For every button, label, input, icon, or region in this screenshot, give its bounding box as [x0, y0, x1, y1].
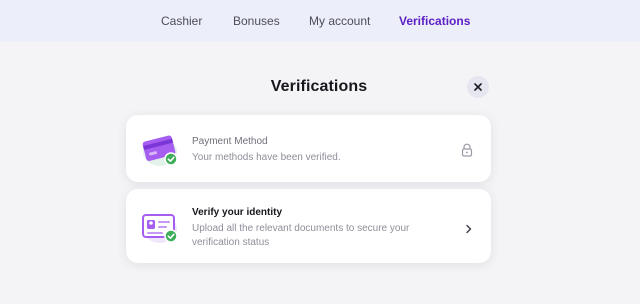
top-nav: Cashier Bonuses My account Verifications: [0, 0, 640, 42]
tab-bonuses[interactable]: Bonuses: [233, 14, 280, 28]
card-subtitle: Upload all the relevant documents to sec…: [192, 223, 410, 248]
close-icon: [474, 83, 482, 91]
id-card-icon: [140, 207, 180, 247]
card-subtitle: Your methods have been verified.: [192, 152, 341, 163]
verify-identity-card[interactable]: Verify your identity Upload all the rele…: [126, 189, 491, 263]
tab-verifications[interactable]: Verifications: [399, 14, 470, 28]
card-title: Verify your identity: [192, 207, 283, 218]
page-title: Verifications: [270, 78, 368, 95]
chevron-right-icon: [465, 221, 473, 239]
tab-my-account[interactable]: My account: [309, 14, 370, 28]
credit-card-icon: [140, 129, 180, 169]
payment-method-card[interactable]: Payment Method Your methods have been ve…: [126, 115, 491, 182]
lock-icon: [461, 143, 473, 162]
card-title: Payment Method: [192, 136, 268, 147]
tab-cashier[interactable]: Cashier: [161, 14, 202, 28]
close-button[interactable]: [467, 76, 489, 98]
